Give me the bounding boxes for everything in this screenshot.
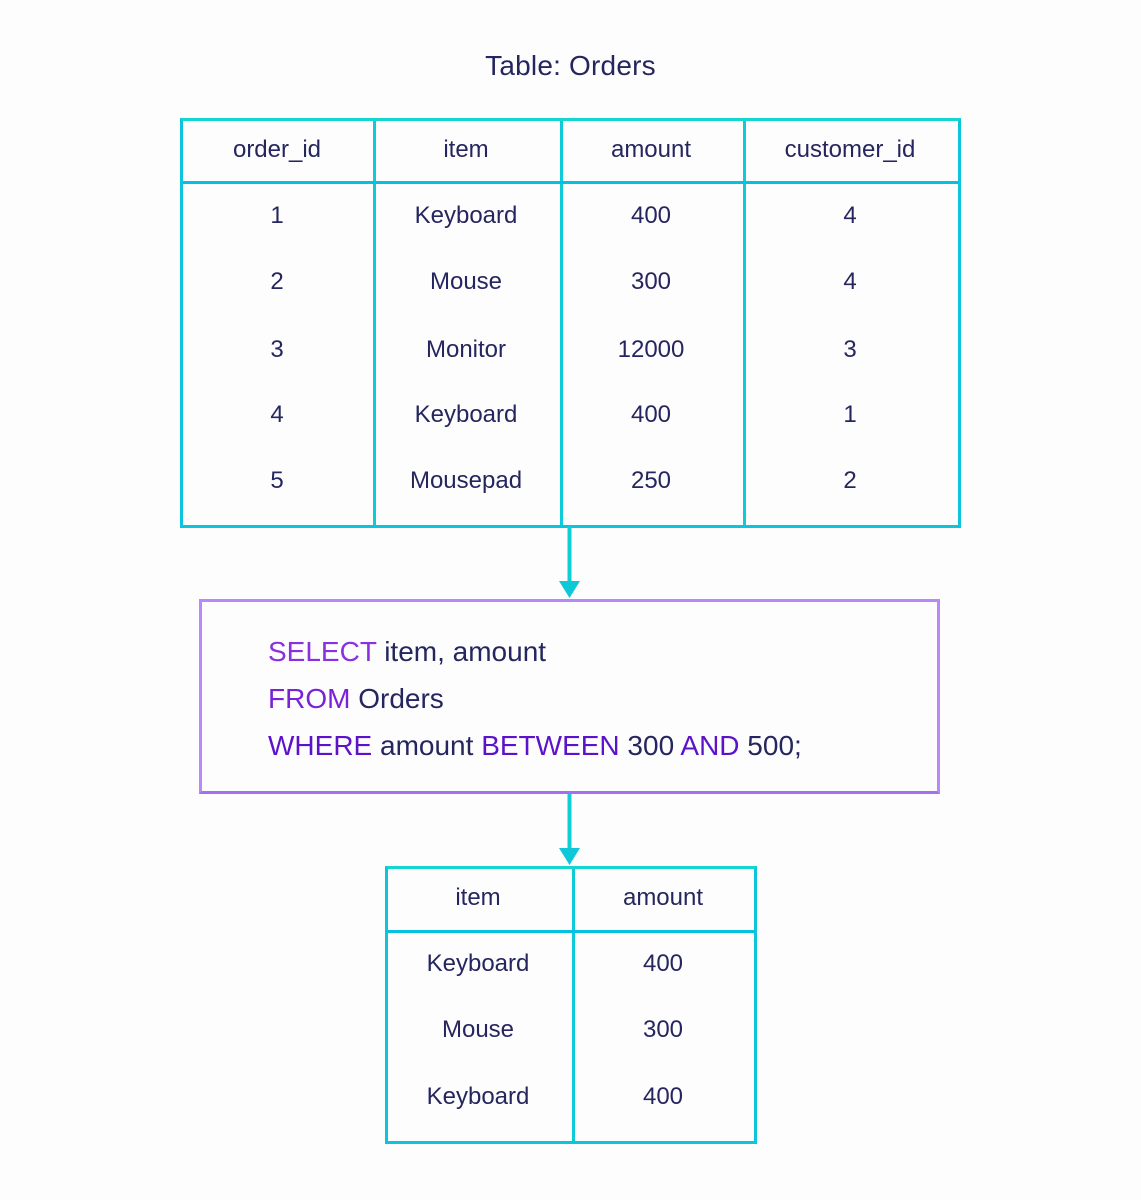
table-cell-order-id: 3: [270, 336, 284, 363]
table-cell-customer-id: 2: [843, 467, 857, 494]
column-header-amount: amount: [610, 136, 692, 163]
sql-text: 300: [619, 730, 681, 761]
table-cell-customer-id: 1: [843, 401, 857, 428]
table-cell-item: Keyboard: [426, 1083, 530, 1110]
table-cell-item: Keyboard: [414, 401, 518, 428]
header-divider: [183, 181, 958, 184]
table-cell-amount: 400: [642, 1083, 684, 1110]
table-cell-customer-id: 4: [843, 202, 857, 229]
down-arrow-icon: [559, 794, 580, 865]
table-cell-item: Keyboard: [414, 202, 518, 229]
table-cell-customer-id: 4: [843, 268, 857, 295]
sql-line-where: WHERE amount BETWEEN 300 AND 500;: [268, 729, 802, 763]
table-cell-customer-id: 3: [843, 336, 857, 363]
table-cell-order-id: 1: [270, 202, 284, 229]
sql-keyword: WHERE: [268, 730, 373, 761]
column-divider: [572, 869, 575, 1141]
table-cell-order-id: 2: [270, 268, 284, 295]
table-cell-order-id: 4: [270, 401, 284, 428]
table-cell-amount: 400: [630, 401, 672, 428]
column-header-item: item: [443, 136, 489, 163]
sql-keyword: FROM: [268, 683, 351, 714]
table-cell-amount: 300: [630, 268, 672, 295]
down-arrow-icon: [559, 527, 580, 598]
sql-text: Orders: [350, 683, 444, 714]
sql-query-box: SELECT item, amount FROM Orders WHERE am…: [199, 599, 940, 794]
orders-table: order_id item amount customer_id 1 Keyboard 40…: [180, 118, 961, 528]
column-header-amount: amount: [622, 884, 704, 911]
sql-keyword: AND: [680, 730, 740, 761]
table-cell-amount: 400: [630, 202, 672, 229]
table-cell-item: Mousepad: [409, 467, 523, 494]
table-cell-item: Mouse: [429, 268, 503, 295]
sql-text: 500;: [739, 730, 802, 761]
header-divider: [388, 930, 754, 933]
table-cell-item: Keyboard: [426, 950, 530, 977]
column-header-item: item: [455, 884, 501, 911]
table-cell-order-id: 5: [270, 467, 284, 494]
table-cell-item: Monitor: [425, 336, 507, 363]
table-cell-amount: 300: [642, 1016, 684, 1043]
table-cell-amount: 400: [642, 950, 684, 977]
sql-keyword: BETWEEN: [481, 730, 620, 761]
result-table: item amount Keyboard 400 Mouse 300 Keyboard 400: [385, 866, 757, 1144]
table-cell-amount: 250: [630, 467, 672, 494]
column-header-order-id: order_id: [232, 136, 322, 163]
sql-text: amount: [372, 730, 482, 761]
column-header-customer-id: customer_id: [784, 136, 916, 163]
diagram-title: Table: Orders: [485, 50, 656, 81]
sql-line-select: SELECT item, amount: [268, 635, 546, 669]
sql-keyword: SELECT: [268, 636, 377, 667]
table-cell-amount: 12000: [617, 336, 685, 363]
sql-line-from: FROM Orders: [268, 682, 444, 716]
sql-text: item, amount: [376, 636, 547, 667]
table-cell-item: Mouse: [441, 1016, 515, 1043]
